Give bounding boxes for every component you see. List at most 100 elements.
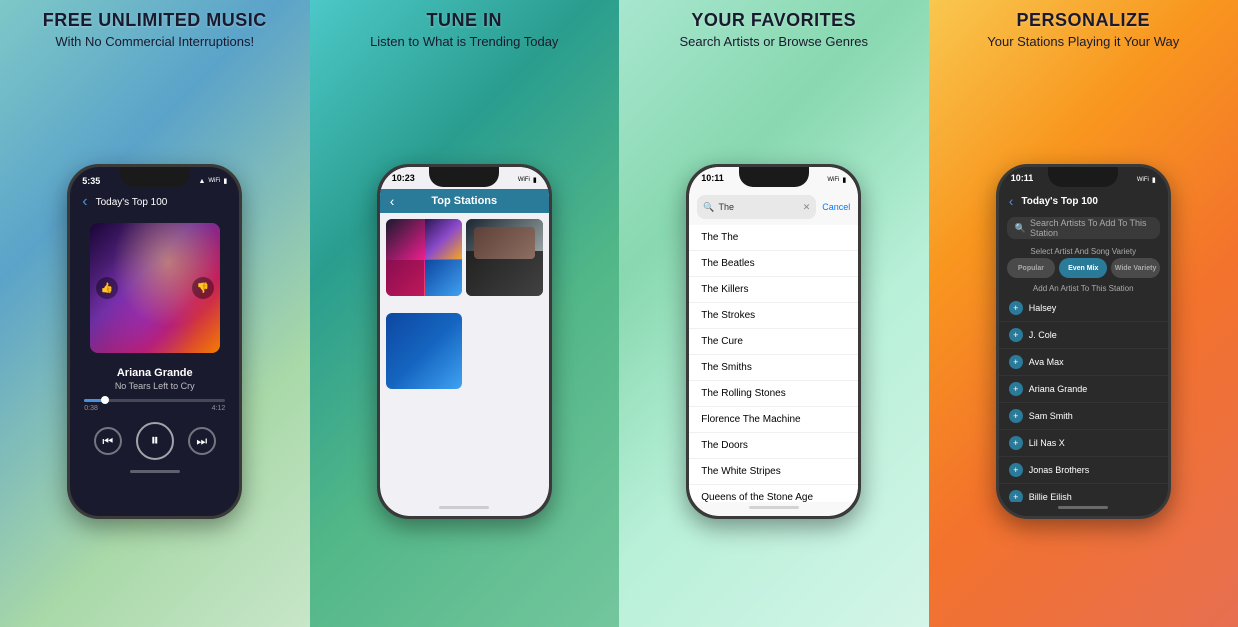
search-result-1[interactable]: The Beatles <box>689 251 858 277</box>
station-img-3 <box>386 313 463 390</box>
station-img-2 <box>466 219 543 296</box>
artist-item-5[interactable]: + Lil Nas X <box>999 430 1168 457</box>
artist-item-7[interactable]: + Billie Eilish <box>999 484 1168 502</box>
plus-icon: + <box>1013 492 1018 502</box>
phone3-notch <box>739 167 809 187</box>
plus-icon: + <box>1013 411 1018 421</box>
artist-info: Ariana Grande No Tears Left to Cry <box>70 361 239 395</box>
search-result-4[interactable]: The Cure <box>689 329 858 355</box>
artist-item-1[interactable]: + J. Cole <box>999 322 1168 349</box>
album-art: 👍 👎 <box>90 223 220 353</box>
thumb-down-button[interactable]: 👎 <box>192 277 214 299</box>
station-cell-4[interactable]: Today's Top 100 (Clean) <box>466 313 543 390</box>
panel4-title: PERSONALIZE <box>944 10 1224 32</box>
panel2-header: TUNE IN Listen to What is Trending Today <box>310 0 620 57</box>
next-button[interactable]: ⏭ <box>188 427 216 455</box>
search-value: The <box>718 202 734 212</box>
artist-item-0[interactable]: + Halsey <box>999 295 1168 322</box>
panel-free-music: FREE UNLIMITED MUSIC With No Commercial … <box>0 0 310 627</box>
station-cell-6[interactable]: Hot Country <box>466 407 543 484</box>
thumb-up-button[interactable]: 👍 <box>96 277 118 299</box>
station-cell-5[interactable]: Top Pop Hits <box>386 407 463 484</box>
panel3-header: YOUR FAVORITES Search Artists or Browse … <box>619 0 929 57</box>
search-result-8[interactable]: The Doors <box>689 433 858 459</box>
search-result-10[interactable]: Queens of the Stone Age <box>689 485 858 502</box>
s4-search-icon: 🔍 <box>1015 223 1026 234</box>
search-cancel-button[interactable]: Cancel <box>822 202 850 212</box>
battery-icon: ▮ <box>533 176 537 184</box>
panel4-header: PERSONALIZE Your Stations Playing it You… <box>929 0 1238 57</box>
search-result-9[interactable]: The White Stripes <box>689 459 858 485</box>
add-artist-icon-4[interactable]: + <box>1009 409 1023 423</box>
previous-button[interactable]: ⏮ <box>94 427 122 455</box>
wifi-icon: WiFi <box>1137 177 1149 183</box>
artist-list: + Halsey + J. Cole + Ava Max + Ariana Gr… <box>999 295 1168 502</box>
progress-bar[interactable] <box>84 399 225 402</box>
thumb-down-icon: 👎 <box>197 283 209 294</box>
variety-buttons: Popular Even Mix Wide Variety <box>1007 258 1160 278</box>
search-icon: 🔍 <box>703 202 714 213</box>
plus-icon: + <box>1013 357 1018 367</box>
variety-evenmix-button[interactable]: Even Mix <box>1059 258 1107 278</box>
add-artist-icon-2[interactable]: + <box>1009 355 1023 369</box>
artist-name-3: Ariana Grande <box>1029 384 1088 394</box>
previous-icon: ⏮ <box>102 434 113 449</box>
phone4-back-icon[interactable]: ‹ <box>1009 193 1014 209</box>
add-artist-icon-1[interactable]: + <box>1009 328 1023 342</box>
station-cell-2[interactable]: Top Hits of Today <box>466 219 543 296</box>
search-result-6[interactable]: The Rolling Stones <box>689 381 858 407</box>
phone2-nav: ‹ Top Stations <box>380 189 549 213</box>
phone2-notch <box>429 167 499 187</box>
search-result-7[interactable]: Florence The Machine <box>689 407 858 433</box>
thumb-up-icon: 👍 <box>101 283 113 294</box>
panel1-phone-container: 5:35 ▲ WiFi ▮ ‹ Today's Top 100 👍 <box>62 57 247 627</box>
station-cell-3[interactable]: Hot Hip Hop & R&B <box>386 313 463 390</box>
plus-icon: + <box>1013 303 1018 313</box>
artist-item-3[interactable]: + Ariana Grande <box>999 376 1168 403</box>
song-name: No Tears Left to Cry <box>82 381 227 391</box>
select-variety-label: Select Artist And Song Variety <box>999 247 1168 256</box>
phone1-notch <box>120 167 190 187</box>
panel1-subtitle: With No Commercial Interruptions! <box>15 34 295 49</box>
phone2-status-icons: WiFi ▮ <box>518 173 537 187</box>
artist-item-4[interactable]: + Sam Smith <box>999 403 1168 430</box>
station-img-6 <box>466 407 543 484</box>
battery-icon: ▮ <box>842 176 846 184</box>
phone2-back-icon[interactable]: ‹ <box>390 193 395 209</box>
artist-name-0: Halsey <box>1029 303 1057 313</box>
total-time: 4:12 <box>212 405 226 412</box>
phone2-home-area <box>380 502 549 516</box>
station-cell-1[interactable]: Today's Top 100 <box>386 219 463 296</box>
plus-icon: + <box>1013 438 1018 448</box>
add-artist-icon-5[interactable]: + <box>1009 436 1023 450</box>
artist-item-2[interactable]: + Ava Max <box>999 349 1168 376</box>
add-artist-icon-6[interactable]: + <box>1009 463 1023 477</box>
phone2: 10:23 WiFi ▮ ‹ Top Stations <box>377 164 552 519</box>
search-input-box[interactable]: 🔍 The ✕ <box>697 195 816 219</box>
variety-popular-button[interactable]: Popular <box>1007 258 1055 278</box>
phone1-nav-title: Today's Top 100 <box>96 197 168 208</box>
artist-item-6[interactable]: + Jonas Brothers <box>999 457 1168 484</box>
search-result-3[interactable]: The Strokes <box>689 303 858 329</box>
next-icon: ⏭ <box>196 434 207 449</box>
add-artist-icon-0[interactable]: + <box>1009 301 1023 315</box>
phone1-back-icon[interactable]: ‹ <box>82 193 87 211</box>
panel2-title: TUNE IN <box>325 10 605 32</box>
phone4-home-area <box>999 502 1168 516</box>
search-results-list: The The The Beatles The Killers The Stro… <box>689 225 858 502</box>
search-result-5[interactable]: The Smiths <box>689 355 858 381</box>
add-artist-icon-3[interactable]: + <box>1009 382 1023 396</box>
search-clear-icon[interactable]: ✕ <box>803 202 811 213</box>
add-artist-icon-7[interactable]: + <box>1009 490 1023 502</box>
phone3: 10:11 WiFi ▮ 🔍 The ✕ Cancel The The <box>686 164 861 519</box>
pause-button[interactable]: ⏸ <box>136 422 174 460</box>
artist-name-4: Sam Smith <box>1029 411 1073 421</box>
search-result-2[interactable]: The Killers <box>689 277 858 303</box>
search-result-0[interactable]: The The <box>689 225 858 251</box>
search-artists-bar[interactable]: 🔍 Search Artists To Add To This Station <box>1007 217 1160 239</box>
current-time: 0:38 <box>84 405 98 412</box>
add-artist-label: Add An Artist To This Station <box>999 284 1168 293</box>
plus-icon: + <box>1013 330 1018 340</box>
home-indicator-area <box>70 466 239 480</box>
variety-wide-button[interactable]: Wide Variety <box>1111 258 1159 278</box>
